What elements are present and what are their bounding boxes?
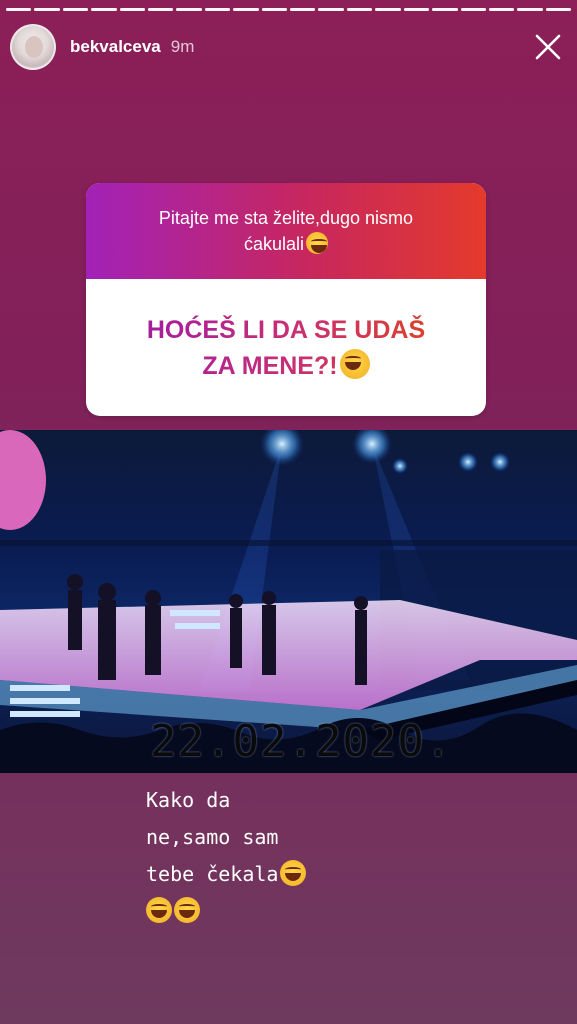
close-icon[interactable]: [531, 30, 565, 64]
post-time: 9m: [170, 37, 195, 56]
question-prompt: Pitajte me sta želite,dugo nismo ćakulal…: [159, 205, 413, 257]
avatar[interactable]: [10, 24, 56, 70]
story-progress-fill: [148, 8, 174, 11]
laughing-emoji-icon: [280, 860, 307, 886]
story-progress-fill: [62, 8, 89, 11]
story-progress-segment: [233, 8, 259, 11]
caption-line1: Kako da: [146, 788, 231, 812]
story-progress-segment: [403, 8, 430, 11]
story-progress-fill: [318, 8, 344, 11]
story-progress-segment: [375, 8, 401, 11]
story-progress-segment: [318, 8, 344, 11]
story-progress-segment: [346, 8, 373, 11]
story-progress-fill: [545, 8, 572, 11]
smiling-emoji-icon: [306, 232, 328, 254]
story-header: bekvalceva 9m: [10, 24, 567, 70]
question-sticker[interactable]: Pitajte me sta želite,dugo nismo ćakulal…: [86, 183, 486, 416]
story-progress-segment: [34, 8, 60, 11]
story-progress-fill: [290, 8, 316, 11]
story-progress-fill: [346, 8, 373, 11]
caption-line2: ne,samo sam: [146, 825, 279, 849]
story-progress-fill: [119, 8, 146, 11]
concert-photo: 22.02.2020.: [0, 430, 577, 773]
story-progress-segment: [204, 8, 231, 11]
story-progress-fill: [432, 8, 458, 11]
question-answer-line1: HOĆEŠ LI DA SE UDAŠ: [146, 315, 426, 344]
story-caption: Kako da ne,samo sam tebe čekala: [146, 782, 307, 930]
story-progress-fill: [403, 8, 430, 11]
story-progress-fill: [375, 8, 401, 11]
story-progress-segment: [62, 8, 89, 11]
story-progress-fill: [488, 8, 515, 11]
story-progress-segment: [460, 8, 486, 11]
question-answer-area: HOĆEŠ LI DA SE UDAŠ ZA MENE?!: [86, 279, 486, 416]
laughing-emoji-icon: [339, 348, 370, 379]
username[interactable]: bekvalceva: [70, 37, 161, 57]
caption-line3: tebe čekala: [146, 862, 279, 886]
question-prompt-area: Pitajte me sta želite,dugo nismo ćakulal…: [86, 183, 486, 279]
question-prompt-line1: Pitajte me sta želite,dugo nismo: [158, 208, 414, 228]
story-progress-segment: [261, 8, 288, 11]
story-progress-bar: [6, 8, 572, 11]
story-progress-segment: [517, 8, 543, 11]
story-progress-fill: [261, 8, 288, 11]
story-progress-segment: [290, 8, 316, 11]
date-stamp: 22.02.2020.: [150, 716, 453, 767]
story-progress-fill: [204, 8, 231, 11]
story-progress-segment: [119, 8, 146, 11]
story-progress-segment: [176, 8, 202, 11]
story-progress-fill: [34, 8, 60, 11]
question-answer-line2: ZA MENE?!: [202, 351, 338, 380]
laughing-emoji-icon: [174, 897, 200, 923]
question-prompt-line2: ćakulali: [243, 234, 304, 254]
story-progress-segment: [148, 8, 174, 11]
story-progress-fill: [460, 8, 486, 11]
story-progress-fill: [91, 8, 117, 11]
story-progress-segment: [488, 8, 515, 11]
story-progress-segment: [6, 8, 32, 11]
story-progress-segment: [432, 8, 458, 11]
story-progress-fill: [233, 8, 259, 11]
question-answer: HOĆEŠ LI DA SE UDAŠ ZA MENE?!: [147, 312, 425, 384]
story-progress-fill: [517, 8, 543, 11]
story-progress-fill: [176, 8, 202, 11]
story-progress-segment: [91, 8, 117, 11]
laughing-emoji-icon: [146, 897, 172, 923]
story-progress-segment: [545, 8, 572, 11]
story-progress-fill: [6, 8, 32, 11]
